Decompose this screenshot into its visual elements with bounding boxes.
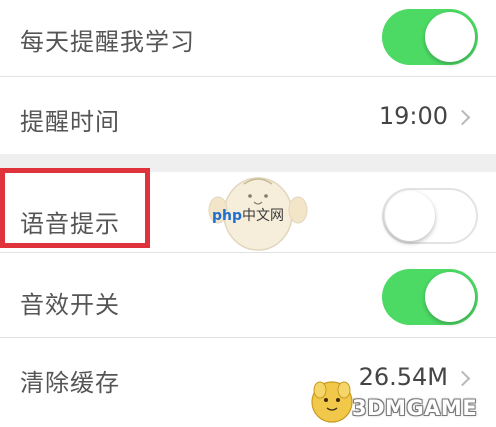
toggle-knob [425, 272, 475, 322]
daily-reminder-label: 每天提醒我学习 [20, 28, 195, 56]
voice-prompt-toggle[interactable] [382, 188, 478, 244]
php-watermark-php: php [212, 208, 243, 224]
sound-effects-label: 音效开关 [20, 291, 120, 319]
toggle-knob [385, 191, 435, 241]
toggle-knob [425, 12, 475, 62]
settings-row-reminder-time[interactable]: 提醒时间 19:00 [0, 77, 496, 154]
reminder-time-label: 提醒时间 [20, 108, 120, 136]
clear-cache-label: 清除缓存 [20, 369, 120, 397]
chevron-right-icon [454, 109, 471, 126]
daily-reminder-toggle[interactable] [382, 9, 478, 65]
php-watermark-cn: 中文网 [242, 208, 285, 224]
game-watermark-text: 3DMGAME [352, 396, 478, 420]
settings-row-daily-reminder: 每天提醒我学习 [0, 0, 496, 76]
settings-row-sound-effects: 音效开关 [0, 253, 496, 337]
php-watermark-text: php中文网 [212, 205, 284, 225]
highlight-box [0, 168, 150, 248]
sound-effects-toggle[interactable] [382, 269, 478, 325]
reminder-time-value: 19:00 [378, 102, 448, 130]
settings-screen: 每天提醒我学习 提醒时间 19:00 语音提示 音效开关 清除缓存 26.54M [0, 0, 496, 427]
